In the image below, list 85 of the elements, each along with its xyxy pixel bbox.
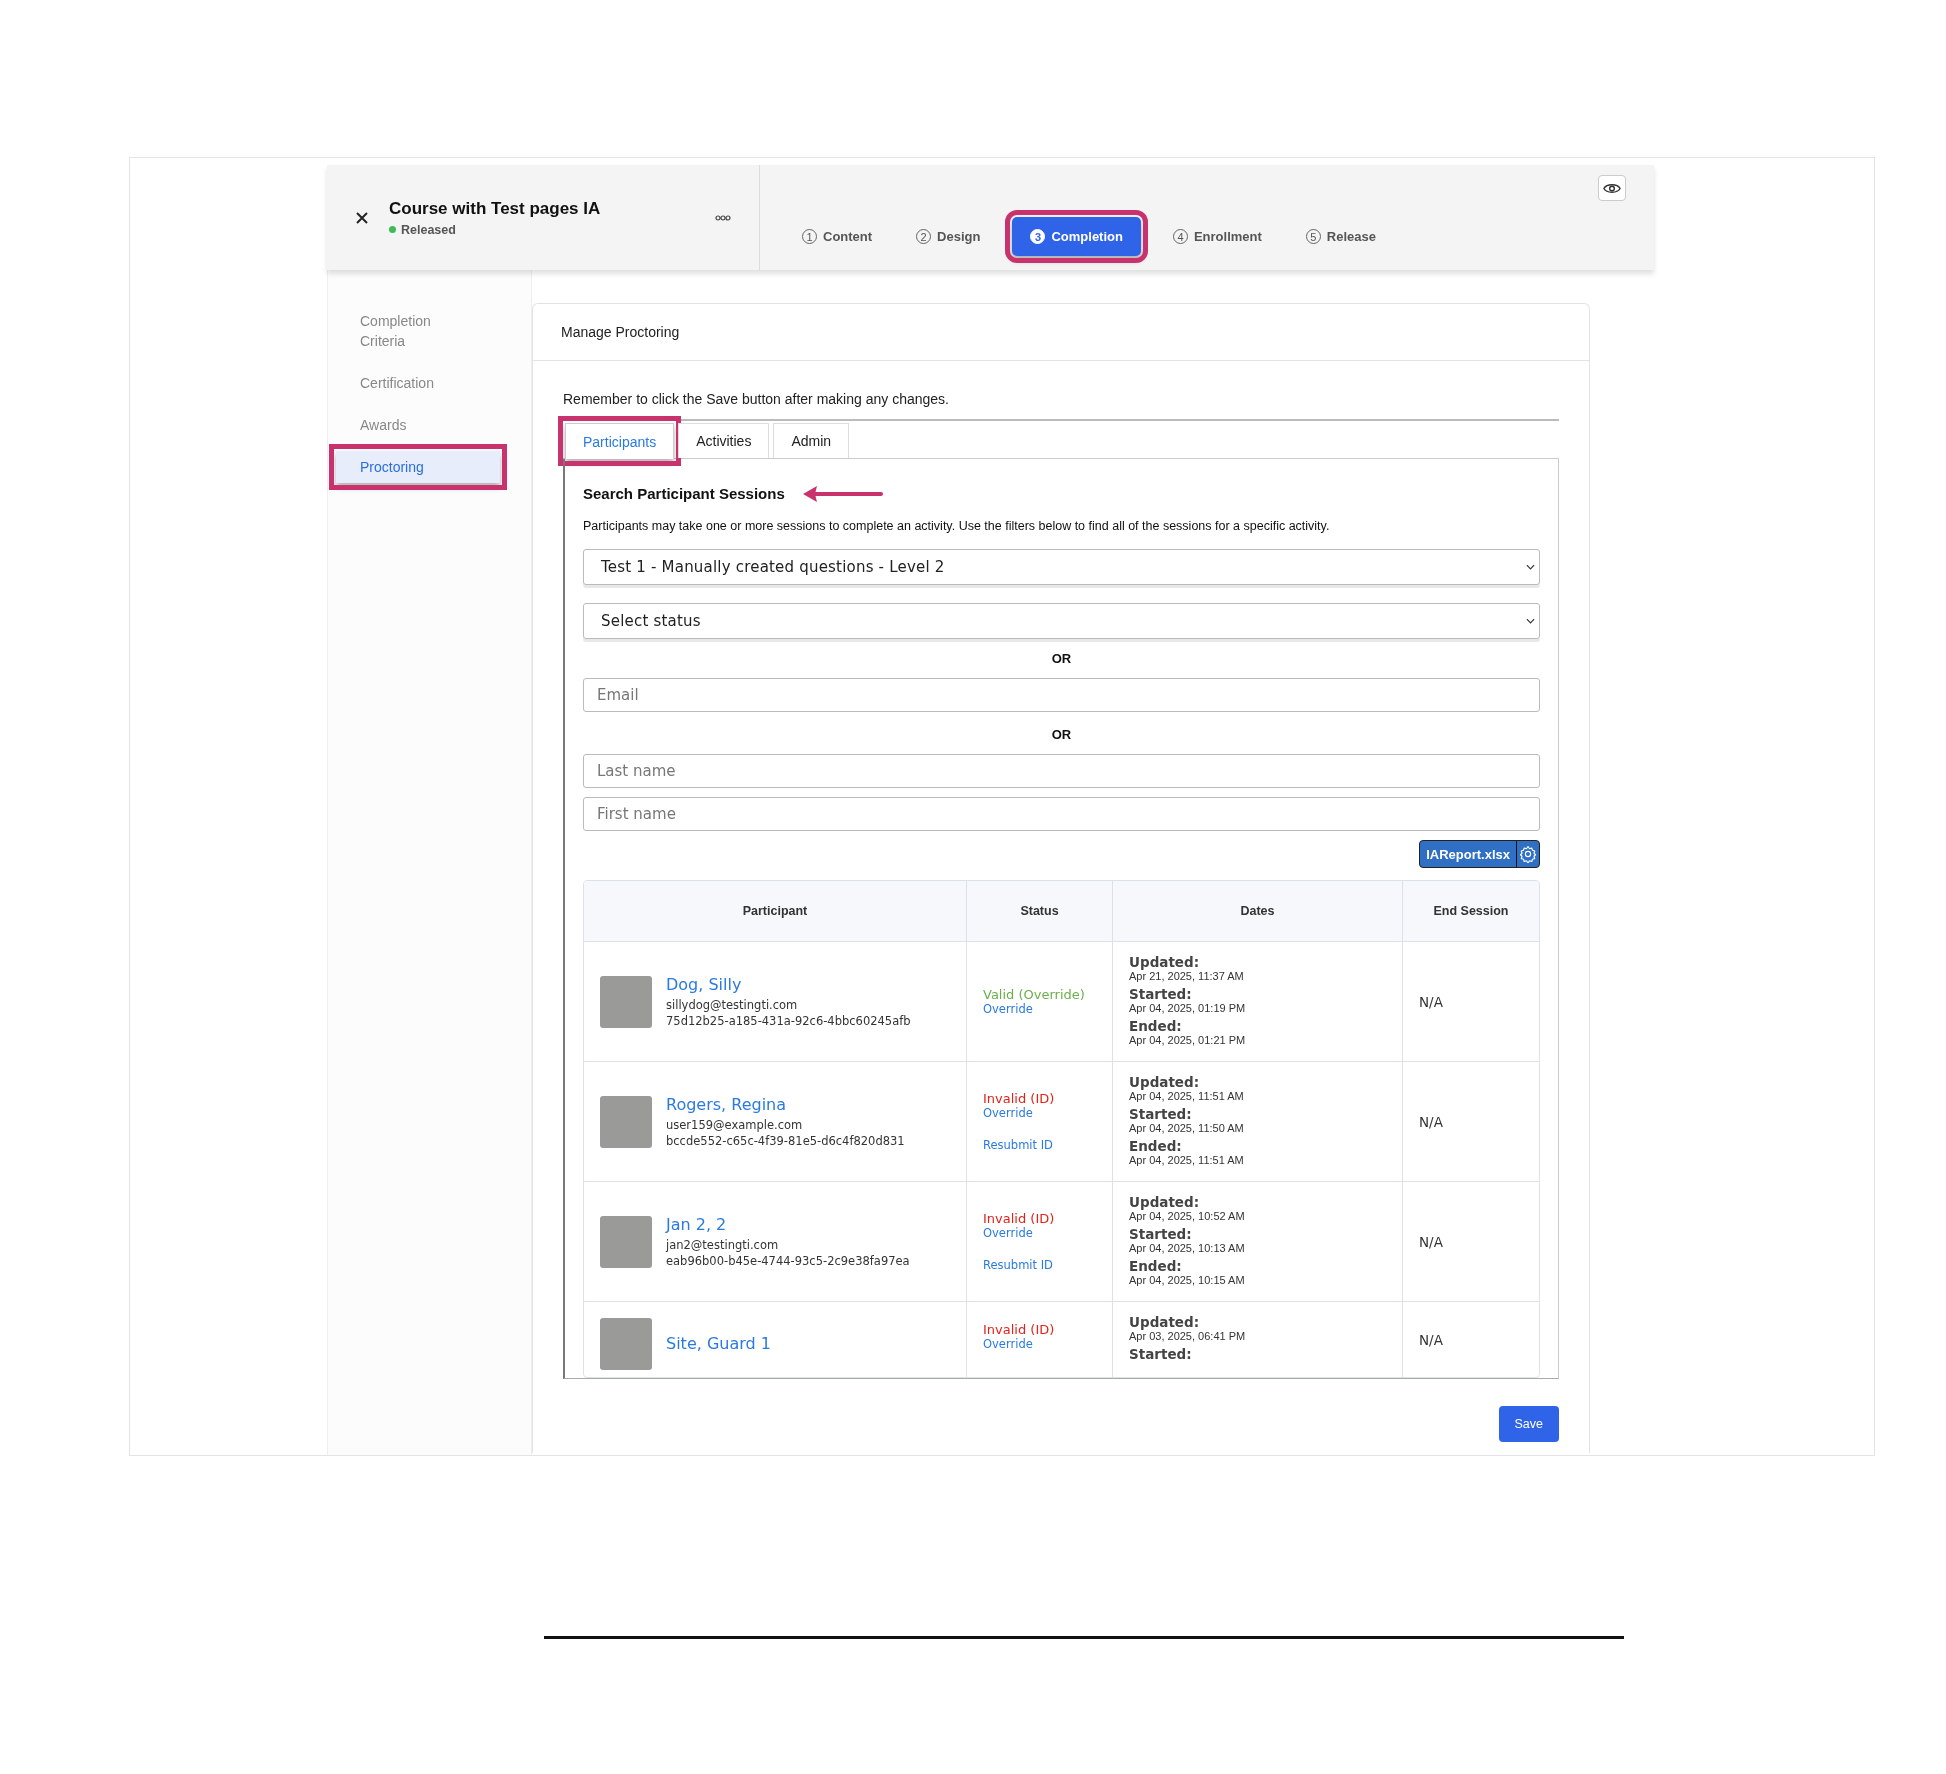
input-field[interactable]: First name bbox=[583, 797, 1540, 831]
date-value: Apr 04, 2025, 11:51 AM bbox=[1129, 1153, 1245, 1166]
end-session-value: N/A bbox=[1419, 1113, 1443, 1130]
date-value: Apr 04, 2025, 10:15 AM bbox=[1129, 1273, 1246, 1286]
column-header: Participant bbox=[584, 881, 967, 942]
save-button[interactable]: Save bbox=[1498, 1406, 1559, 1442]
dropdown-field[interactable]: Test 1 - Manually created questions - Level 2 bbox=[583, 549, 1540, 585]
dropdown-field[interactable]: Select status bbox=[583, 603, 1540, 639]
step-tab[interactable]: 1 Content bbox=[790, 219, 885, 254]
date-label: Ended: bbox=[1129, 1017, 1183, 1034]
date-label: Updated: bbox=[1129, 1314, 1201, 1330]
sidebar-item[interactable]: Awards bbox=[328, 409, 478, 441]
column-header: Dates bbox=[1112, 881, 1403, 942]
date-label: Started: bbox=[1129, 1105, 1193, 1122]
course-status: Released bbox=[401, 222, 456, 237]
eye-icon bbox=[1603, 181, 1621, 195]
status-text: Invalid (ID) bbox=[983, 1091, 1056, 1106]
date-value: Apr 04, 2025, 11:51 AM bbox=[1129, 1089, 1245, 1102]
photo-placeholder bbox=[600, 1095, 652, 1148]
action-link[interactable]: Override bbox=[983, 1002, 1096, 1016]
end-session-value: N/A bbox=[1419, 1233, 1443, 1250]
action-link[interactable]: Override bbox=[983, 1337, 1096, 1351]
date-value: Apr 04, 2025, 01:21 PM bbox=[1129, 1033, 1247, 1046]
photo-placeholder bbox=[600, 1215, 652, 1268]
participant-id: eab96b00-b45e-4744-93c5-2c9e38fa97ea bbox=[666, 1254, 910, 1268]
or-separator: OR bbox=[1051, 651, 1072, 666]
photo-placeholder bbox=[600, 1318, 652, 1370]
status-dot-icon bbox=[389, 226, 396, 233]
end-session-value: N/A bbox=[1419, 993, 1443, 1010]
participant-link[interactable]: Jan 2, 2 bbox=[666, 1215, 910, 1234]
column-header: Status bbox=[966, 881, 1113, 942]
participant-email: sillydog@testingti.com bbox=[666, 998, 799, 1012]
or-separator: OR bbox=[1051, 727, 1072, 742]
more-icon[interactable] bbox=[715, 214, 731, 221]
step-tab[interactable]: 2 Design bbox=[904, 219, 993, 254]
preview-button[interactable] bbox=[1598, 175, 1626, 201]
participant-email: jan2@testingti.com bbox=[666, 1238, 780, 1252]
action-link[interactable]: Override bbox=[983, 1226, 1096, 1240]
date-value: Apr 03, 2025, 06:41 PM bbox=[1129, 1330, 1247, 1342]
column-header: End Session bbox=[1402, 881, 1539, 942]
settings-icon bbox=[1519, 845, 1537, 863]
date-value: Apr 04, 2025, 01:19 PM bbox=[1129, 1001, 1247, 1014]
action-link[interactable]: Resubmit ID bbox=[983, 1138, 1096, 1152]
date-label: Started: bbox=[1129, 1346, 1193, 1362]
status-text: Valid (Override) bbox=[983, 987, 1086, 1002]
section-description: Participants may take one or more sessions to complete an activity. Use the filters below to find all of the sessions for a specific activity. bbox=[583, 519, 1331, 533]
date-value: Apr 04, 2025, 11:50 AM bbox=[1129, 1121, 1245, 1134]
participant-id: bccde552-c65c-4f39-81e5-d6c4f820d831 bbox=[666, 1134, 905, 1148]
date-value: Apr 04, 2025, 10:13 AM bbox=[1129, 1241, 1246, 1254]
date-label: Updated: bbox=[1129, 1073, 1201, 1090]
status-text: Invalid (ID) bbox=[983, 1322, 1056, 1337]
course-title: Course with Test pages IA bbox=[389, 198, 602, 219]
save-reminder: Remember to click the Save button after making any changes. bbox=[563, 391, 950, 407]
action-link[interactable]: Override bbox=[983, 1106, 1096, 1120]
participant-link[interactable]: Dog, Silly bbox=[666, 975, 911, 994]
date-label: Ended: bbox=[1129, 1137, 1183, 1154]
date-value: Apr 21, 2025, 11:37 AM bbox=[1129, 969, 1245, 982]
tab[interactable]: Activities bbox=[678, 423, 770, 458]
close-icon[interactable] bbox=[355, 210, 369, 225]
tab[interactable]: Admin bbox=[773, 423, 850, 458]
input-field[interactable]: Email bbox=[583, 678, 1540, 712]
participant-link[interactable]: Rogers, Regina bbox=[666, 1095, 905, 1114]
chevron-down-icon bbox=[1526, 618, 1535, 624]
step-tab[interactable]: 4 Enrollment bbox=[1160, 219, 1274, 254]
action-link[interactable]: Resubmit ID bbox=[983, 1258, 1096, 1272]
photo-placeholder bbox=[600, 975, 652, 1028]
report-button[interactable]: IAReport.xlsx bbox=[1419, 840, 1540, 868]
status-text: Invalid (ID) bbox=[983, 1211, 1056, 1226]
sidebar-item[interactable]: Certification bbox=[328, 367, 478, 399]
input-field[interactable]: Last name bbox=[583, 754, 1540, 788]
end-session-value: N/A bbox=[1419, 1332, 1443, 1348]
chevron-down-icon bbox=[1526, 564, 1535, 570]
date-label: Ended: bbox=[1129, 1257, 1183, 1274]
section-heading: Search Participant Sessions bbox=[583, 484, 785, 502]
participant-id: 75d12b25-a185-431a-92c6-4bbc60245afb bbox=[666, 1014, 911, 1028]
date-label: Started: bbox=[1129, 1225, 1193, 1242]
card-title: Manage Proctoring bbox=[561, 324, 680, 340]
date-label: Updated: bbox=[1129, 953, 1201, 970]
participant-email: user159@example.com bbox=[666, 1118, 804, 1132]
date-label: Updated: bbox=[1129, 1193, 1201, 1210]
sidebar-item[interactable]: Completion Criteria bbox=[328, 305, 478, 357]
participant-link[interactable]: Site, Guard 1 bbox=[666, 1333, 771, 1353]
date-label: Started: bbox=[1129, 985, 1193, 1002]
date-value: Apr 04, 2025, 10:52 AM bbox=[1129, 1209, 1246, 1222]
step-tab[interactable]: 5 Release bbox=[1293, 219, 1388, 254]
